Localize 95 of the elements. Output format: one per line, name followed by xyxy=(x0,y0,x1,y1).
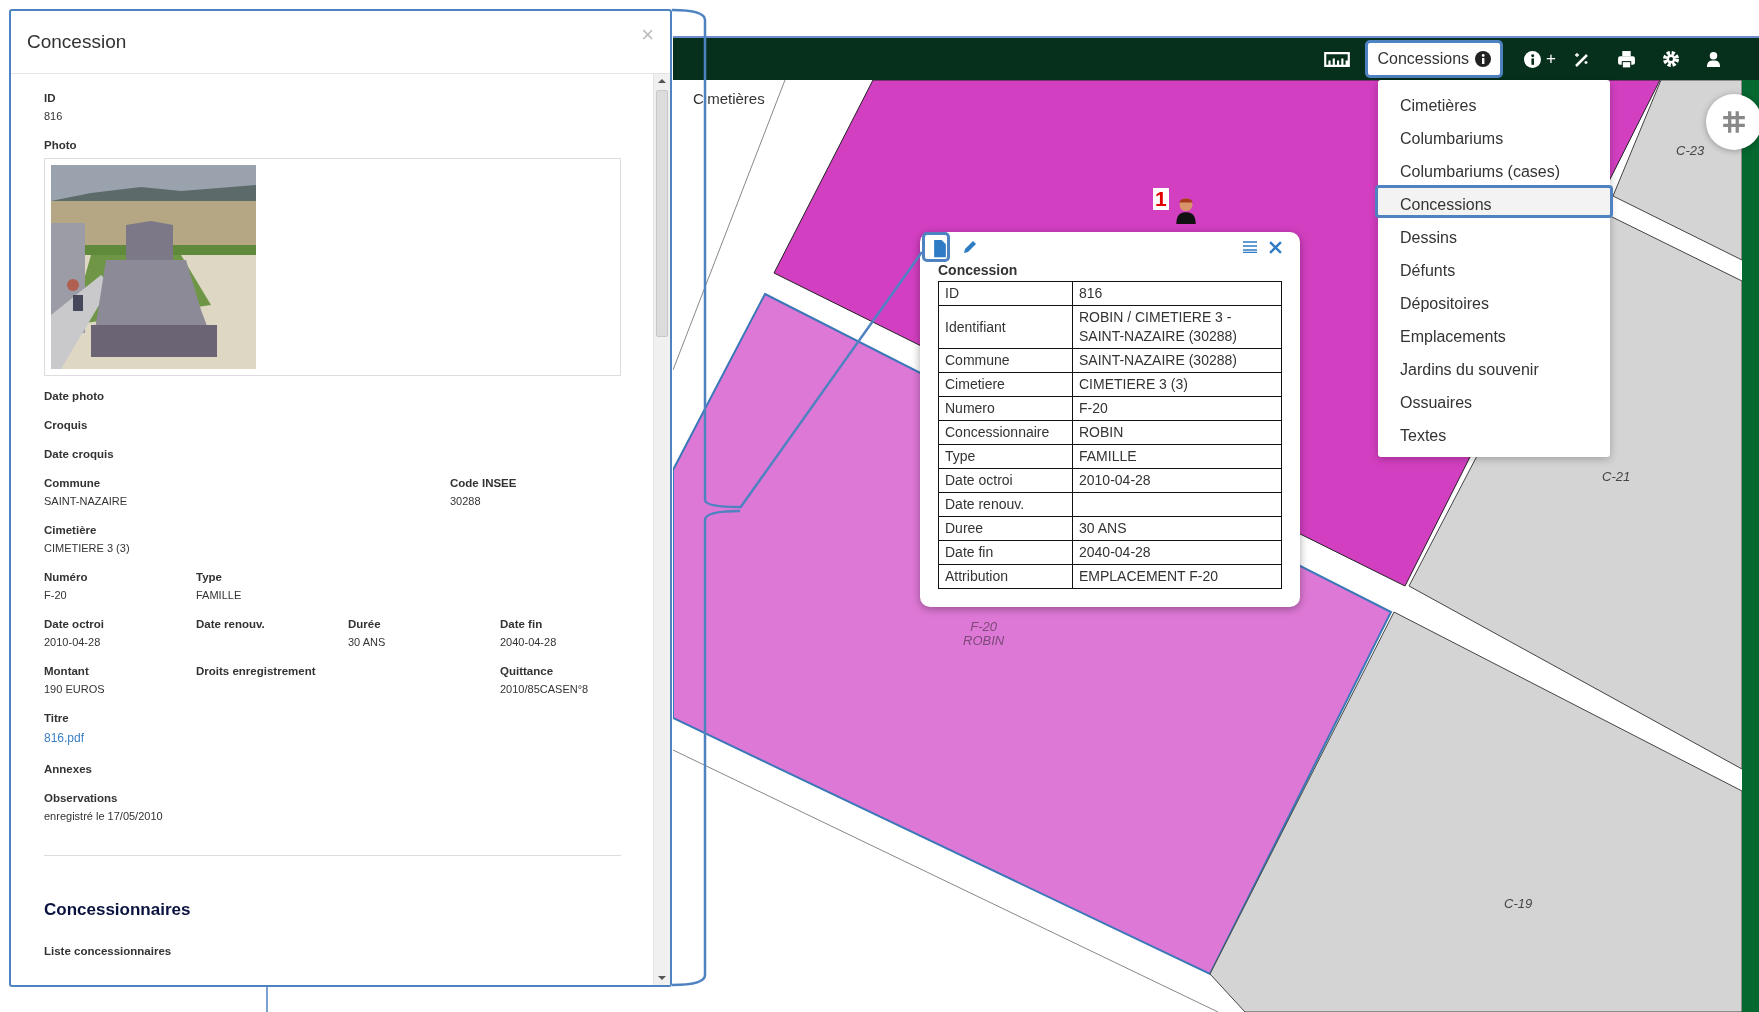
field-label: Quittance xyxy=(500,664,555,679)
table-cell: Date fin xyxy=(938,540,1073,565)
field-label: Titre xyxy=(44,711,70,726)
field-value: 30 ANS xyxy=(348,635,387,650)
field-label: Date croquis xyxy=(44,447,115,462)
field-label: Cimetière xyxy=(44,523,98,538)
table-cell: CIMETIERE 3 (3) xyxy=(1072,372,1282,397)
popup-title: Concession xyxy=(938,262,1019,278)
field-label: Date renouv. xyxy=(196,617,266,632)
parcel-label: C-19 xyxy=(1504,896,1533,911)
field-value: 190 EUROS xyxy=(44,682,106,697)
menu-item[interactable]: Dessins xyxy=(1375,218,1613,251)
person-icon[interactable] xyxy=(1175,196,1197,224)
table-cell: Identifiant xyxy=(938,305,1073,349)
field-label: Date fin xyxy=(500,617,544,632)
scroll-thumb[interactable] xyxy=(656,90,668,337)
table-cell: Date renouv. xyxy=(938,492,1073,517)
field-label: Numéro xyxy=(44,570,89,585)
info-icon[interactable] xyxy=(1475,51,1492,67)
field-label: ID xyxy=(44,91,57,106)
parcel-label: C-21 xyxy=(1602,469,1631,484)
menu-item[interactable]: Emplacements xyxy=(1375,317,1613,350)
table-cell: 816 xyxy=(1072,281,1282,306)
table-cell: F-20 xyxy=(1072,396,1282,421)
marker-count: 1 xyxy=(1153,188,1169,210)
menu-item[interactable]: Dépositoires xyxy=(1375,284,1613,317)
field-value: 30288 xyxy=(450,494,482,509)
close-icon[interactable] xyxy=(1269,240,1282,254)
ruler-icon[interactable] xyxy=(1324,51,1351,67)
marker-label: F-20 xyxy=(970,620,997,634)
add-button[interactable]: + xyxy=(1546,49,1556,69)
table-cell: 2010-04-28 xyxy=(1072,468,1282,493)
field-label: Annexes xyxy=(44,762,93,777)
table-cell: Duree xyxy=(938,516,1073,541)
document-icon[interactable] xyxy=(922,232,950,262)
menu-item[interactable]: Cimetières xyxy=(1375,86,1613,119)
field-value: enregistré le 17/05/2010 xyxy=(44,809,164,824)
print-icon[interactable] xyxy=(1617,49,1636,69)
field-value: F-20 xyxy=(44,588,68,603)
field-label: Durée xyxy=(348,617,382,632)
table-cell: Numero xyxy=(938,396,1073,421)
table-cell: FAMILLE xyxy=(1072,444,1282,469)
field-label: Croquis xyxy=(44,418,89,433)
marker-label: ROBIN xyxy=(963,634,1005,648)
field-label: Observations xyxy=(44,791,119,806)
table-cell: Date octroi xyxy=(938,468,1073,493)
scroll-down-icon[interactable] xyxy=(658,975,666,981)
field-value: 2010/85CASEN°8 xyxy=(500,682,590,697)
wand-icon[interactable] xyxy=(1573,50,1591,68)
table-cell: ROBIN / CIMETIERE 3 - SAINT-NAZAIRE (30288) xyxy=(1072,305,1282,349)
field-label: Liste concessionnaires xyxy=(44,944,173,958)
parcel-label: C-23 xyxy=(1676,143,1705,158)
menu-item[interactable]: Columbariums xyxy=(1375,119,1613,152)
field-label: Droits enregistrement xyxy=(196,664,317,679)
field-value: 816 xyxy=(44,109,64,124)
user-icon[interactable] xyxy=(1706,50,1721,68)
field-value: 2040-04-28 xyxy=(500,635,558,650)
settings-icon[interactable] xyxy=(1662,50,1680,68)
field-label: Date octroi xyxy=(44,617,106,632)
table-cell: ROBIN xyxy=(1072,420,1282,445)
field-label: Montant xyxy=(44,664,90,679)
table-cell: SAINT-NAZAIRE (30288) xyxy=(1072,348,1282,373)
field-label: Type xyxy=(196,570,223,585)
menu-icon[interactable] xyxy=(1243,241,1257,253)
menu-item[interactable]: Défunts xyxy=(1375,251,1613,284)
table-cell: Concessionnaire xyxy=(938,420,1073,445)
field-value: CIMETIERE 3 (3) xyxy=(44,541,131,556)
info-icon[interactable] xyxy=(1524,50,1542,68)
table-cell: Attribution xyxy=(938,564,1073,589)
edit-icon[interactable] xyxy=(962,239,978,255)
table-cell: Type xyxy=(938,444,1073,469)
field-value: FAMILLE xyxy=(196,588,243,603)
field-value: SAINT-NAZAIRE xyxy=(44,494,129,509)
field-label: Date photo xyxy=(44,389,106,404)
table-cell: EMPLACEMENT F-20 xyxy=(1072,564,1282,589)
scroll-up-icon[interactable] xyxy=(658,78,666,84)
table-cell: Commune xyxy=(938,348,1073,373)
menu-item[interactable]: Columbariums (cases) xyxy=(1375,152,1613,185)
field-label: Code INSEE xyxy=(450,476,518,491)
file-link[interactable]: 816.pdf xyxy=(44,727,85,749)
table-cell: Cimetiere xyxy=(938,372,1073,397)
field-value: 2010-04-28 xyxy=(44,635,102,650)
menu-item[interactable]: Ossuaires xyxy=(1375,383,1613,416)
table-cell: ID xyxy=(938,281,1073,306)
menu-item[interactable]: Concessions xyxy=(1375,185,1613,218)
menu-item[interactable]: Jardins du souvenir xyxy=(1375,350,1613,383)
table-cell: 2040-04-28 xyxy=(1072,540,1282,565)
field-label: Commune xyxy=(44,476,102,491)
section-title: Concessionnaires xyxy=(44,900,192,920)
table-cell: 30 ANS xyxy=(1072,516,1282,541)
grid-icon xyxy=(1721,109,1747,135)
panel-title: Concession xyxy=(27,31,127,53)
menu-item[interactable]: Textes xyxy=(1375,416,1613,449)
field-label: Photo xyxy=(44,138,78,153)
layer-dropdown-button[interactable]: Concessions xyxy=(1365,40,1504,78)
